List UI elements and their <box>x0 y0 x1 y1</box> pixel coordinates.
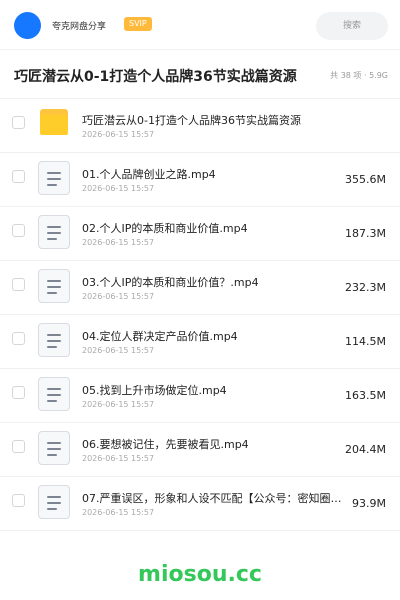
select-checkbox[interactable] <box>12 386 25 399</box>
item-date: 2026-06-15 15:57 <box>82 454 155 463</box>
file-icon <box>38 161 70 195</box>
item-size: 93.9M <box>352 497 386 510</box>
select-checkbox[interactable] <box>12 278 25 291</box>
file-icon <box>38 269 70 303</box>
file-list: 巧匠潜云从0-1打造个人品牌36节实战篇资源 2026-06-15 15:57 … <box>0 99 400 531</box>
share-owner-name: 夸克网盘分享 <box>52 22 107 32</box>
item-name[interactable]: 03.个人IP的本质和商业价值？.mp4 <box>82 274 352 290</box>
site-watermark: miosou.cc <box>138 562 262 587</box>
share-header: 夸克网盘分享 SVIP 搜索 <box>0 0 400 50</box>
item-count-size: 共 38 项 · 5.9G <box>330 71 388 80</box>
list-item[interactable]: 04.定位人群决定产品价值.mp4 2026-06-15 15:57 114.5… <box>0 315 400 369</box>
item-date: 2026-06-15 15:57 <box>82 508 155 517</box>
item-size: 204.4M <box>345 443 386 456</box>
svip-badge: SVIP <box>124 17 152 31</box>
item-name[interactable]: 04.定位人群决定产品价值.mp4 <box>82 328 352 344</box>
item-date: 2026-06-15 15:57 <box>82 292 155 301</box>
item-size: 163.5M <box>345 389 386 402</box>
item-date: 2026-06-15 15:57 <box>82 130 155 139</box>
select-checkbox[interactable] <box>12 332 25 345</box>
item-name[interactable]: 02.个人IP的本质和商业价值.mp4 <box>82 220 352 236</box>
list-item[interactable]: 06.要想被记住，先要被看见.mp4 2026-06-15 15:57 204.… <box>0 423 400 477</box>
select-checkbox[interactable] <box>12 494 25 507</box>
list-item[interactable]: 05.找到上升市场做定位.mp4 2026-06-15 15:57 163.5M <box>0 369 400 423</box>
list-item[interactable]: 巧匠潜云从0-1打造个人品牌36节实战篇资源 2026-06-15 15:57 <box>0 99 400 153</box>
item-size: 187.3M <box>345 227 386 240</box>
file-icon <box>38 215 70 249</box>
page-title: 巧匠潜云从0-1打造个人品牌36节实战篇资源 <box>14 69 297 85</box>
item-name[interactable]: 07.严重误区，形象和人设不匹配【公众号：密知圈】.mp4 <box>82 490 352 506</box>
item-name[interactable]: 01.个人品牌创业之路.mp4 <box>82 166 352 182</box>
item-size: 232.3M <box>345 281 386 294</box>
item-date: 2026-06-15 15:57 <box>82 400 155 409</box>
file-icon <box>38 323 70 357</box>
list-item[interactable]: 07.严重误区，形象和人设不匹配【公众号：密知圈】.mp4 2026-06-15… <box>0 477 400 531</box>
item-size: 114.5M <box>345 335 386 348</box>
item-date: 2026-06-15 15:57 <box>82 184 155 193</box>
file-icon <box>38 377 70 411</box>
select-checkbox[interactable] <box>12 440 25 453</box>
list-item[interactable]: 02.个人IP的本质和商业价值.mp4 2026-06-15 15:57 187… <box>0 207 400 261</box>
file-icon <box>38 431 70 465</box>
item-name[interactable]: 06.要想被记住，先要被看见.mp4 <box>82 436 352 452</box>
folder-icon <box>38 107 70 141</box>
select-checkbox[interactable] <box>12 116 25 129</box>
item-name[interactable]: 05.找到上升市场做定位.mp4 <box>82 382 352 398</box>
avatar[interactable] <box>14 12 41 39</box>
item-date: 2026-06-15 15:57 <box>82 238 155 247</box>
list-item[interactable]: 01.个人品牌创业之路.mp4 2026-06-15 15:57 355.6M <box>0 153 400 207</box>
item-name[interactable]: 巧匠潜云从0-1打造个人品牌36节实战篇资源 <box>82 112 352 128</box>
item-size: 355.6M <box>345 173 386 186</box>
list-item[interactable]: 03.个人IP的本质和商业价值？.mp4 2026-06-15 15:57 23… <box>0 261 400 315</box>
file-icon <box>38 485 70 519</box>
search-input[interactable]: 搜索 <box>316 12 388 40</box>
title-bar: 巧匠潜云从0-1打造个人品牌36节实战篇资源 共 38 项 · 5.9G <box>0 51 400 99</box>
item-date: 2026-06-15 15:57 <box>82 346 155 355</box>
select-checkbox[interactable] <box>12 170 25 183</box>
select-checkbox[interactable] <box>12 224 25 237</box>
